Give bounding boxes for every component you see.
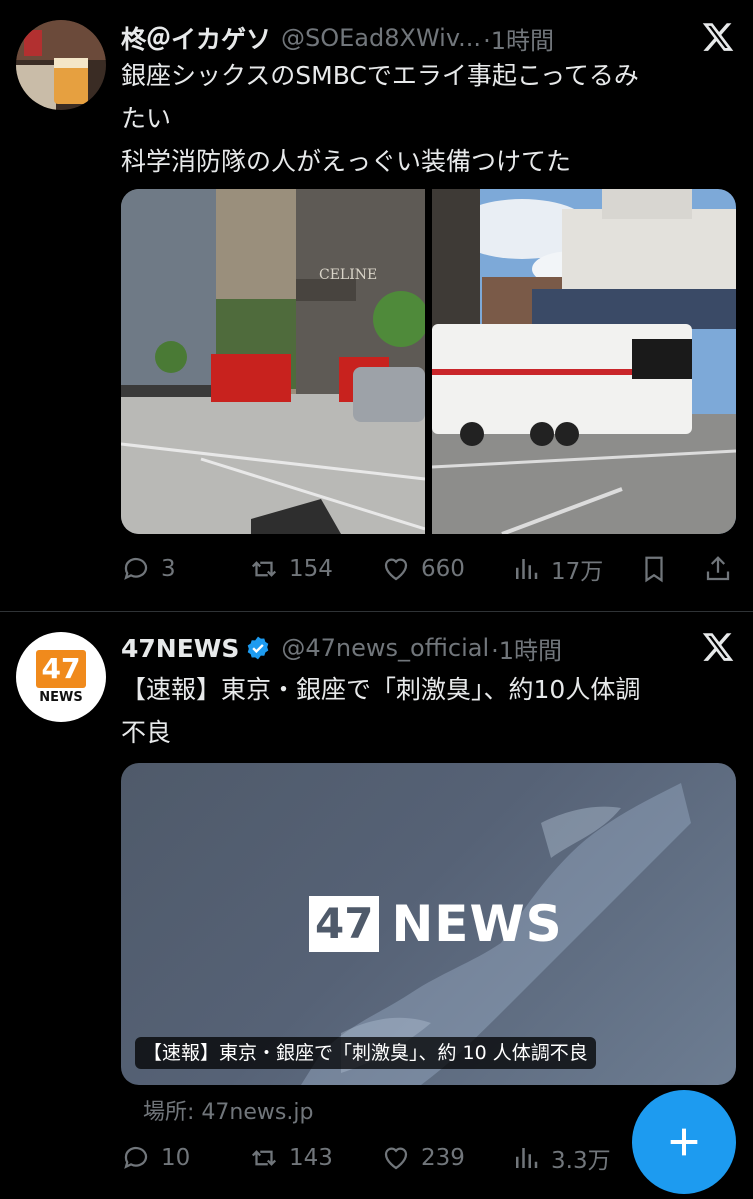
views-chart-icon: [516, 559, 538, 579]
retweet-button[interactable]: 143: [249, 1138, 333, 1178]
like-count: 239: [421, 1145, 465, 1171]
like-button[interactable]: 239: [381, 1138, 465, 1178]
tweet-text-line: たい: [121, 104, 172, 133]
tweet-text-line: 不良: [121, 718, 172, 747]
like-count: 660: [421, 556, 465, 582]
card-logo-number: 47: [309, 896, 380, 952]
reply-count: 10: [161, 1145, 191, 1171]
tweet-text-line: 銀座シックスのSMBCでエライ事起こってるみ: [121, 61, 639, 90]
bookmark-button[interactable]: [639, 549, 679, 589]
retweet-count: 154: [289, 556, 333, 582]
views-button[interactable]: 17万: [511, 549, 603, 589]
display-name[interactable]: 47NEWS: [121, 634, 239, 663]
avatar-logo-number: 47: [36, 650, 86, 688]
x-logo-icon[interactable]: [701, 20, 735, 54]
compose-button[interactable]: [632, 1090, 736, 1194]
retweet-icon: [251, 1150, 277, 1166]
views-count: 3.3万: [551, 1148, 611, 1174]
tweet-text: 【速報】東京・銀座で「刺激臭」、約10人体調 不良: [121, 668, 731, 754]
display-name[interactable]: 柊＠イカゲソ: [121, 20, 271, 56]
tweet-photo-1[interactable]: CELINE: [121, 189, 425, 534]
verified-badge-icon: [248, 636, 269, 660]
svg-text:CELINE: CELINE: [319, 267, 377, 283]
reply-button[interactable]: 10: [121, 1138, 190, 1178]
reply-count: 3: [161, 556, 176, 582]
views-button[interactable]: 3.3万: [511, 1138, 611, 1178]
bookmark-icon: [645, 556, 663, 583]
tweet-photo-2[interactable]: [432, 189, 736, 534]
tweet-text: 銀座シックスのSMBCでエライ事起こってるみ たい 科学消防隊の人がえっぐい装備…: [121, 54, 731, 183]
heart-icon: [384, 1147, 408, 1170]
retweet-icon: [251, 561, 277, 577]
reply-icon: [124, 557, 148, 580]
tweet-text-line: 【速報】東京・銀座で「刺激臭」、約10人体調: [121, 675, 641, 704]
card-caption: 【速報】東京・銀座で「刺激臭」、約 10 人体調不良: [135, 1037, 596, 1069]
views-chart-icon: [516, 1148, 538, 1168]
user-handle[interactable]: @47news_official: [281, 634, 489, 662]
share-icon: [706, 556, 730, 581]
tweet-text-line: 科学消防隊の人がえっぐい装備つけてた: [121, 147, 572, 176]
link-card[interactable]: 47 NEWS 【速報】東京・銀座で「刺激臭」、約 10 人体調不良: [121, 763, 736, 1085]
reply-button[interactable]: 3: [121, 549, 176, 589]
retweet-count: 143: [289, 1145, 333, 1171]
card-logo: 47 NEWS: [309, 895, 563, 953]
tweet-2[interactable]: 47 NEWS 47NEWS @47news_official ·1時間 【速報…: [0, 612, 753, 1199]
card-logo-word: NEWS: [391, 895, 563, 953]
x-logo-icon[interactable]: [701, 630, 735, 664]
views-count: 17万: [551, 559, 604, 585]
plus-icon: [670, 1128, 698, 1156]
avatar-47news-logo: 47 NEWS: [36, 650, 86, 706]
like-button[interactable]: 660: [381, 549, 465, 589]
avatar[interactable]: [16, 20, 106, 110]
card-source[interactable]: 場所: 47news.jp: [143, 1094, 313, 1126]
retweet-button[interactable]: 154: [249, 549, 333, 589]
tweet-1[interactable]: 柊＠イカゲソ @SOEad8XWiv... ·1時間 銀座シックスのSMBCでエ…: [0, 0, 753, 612]
avatar[interactable]: 47 NEWS: [16, 632, 106, 722]
avatar-logo-word: NEWS: [39, 690, 83, 705]
timestamp[interactable]: ·1時間: [483, 21, 554, 56]
share-button[interactable]: [703, 549, 743, 589]
heart-icon: [384, 558, 408, 581]
timestamp[interactable]: ·1時間: [491, 631, 562, 666]
reply-icon: [124, 1146, 148, 1169]
user-handle[interactable]: @SOEad8XWiv...: [281, 24, 481, 52]
